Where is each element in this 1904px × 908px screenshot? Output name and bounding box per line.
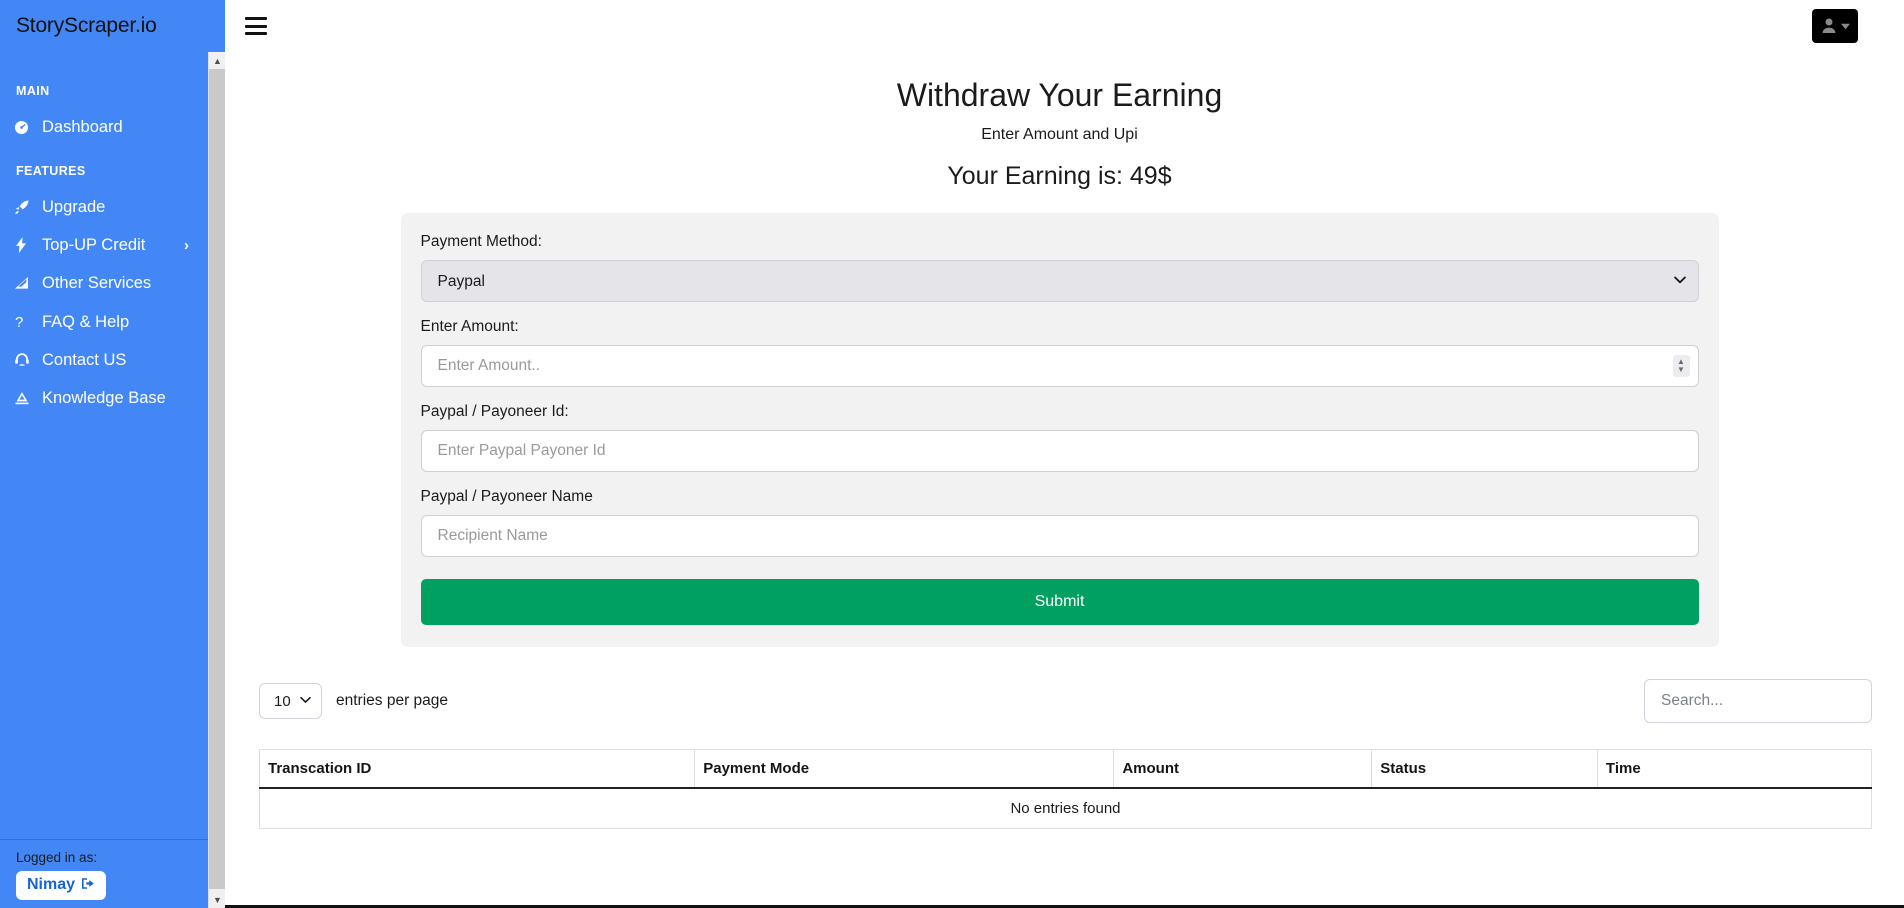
sidebar-item-label: Upgrade — [42, 198, 106, 217]
withdraw-form-card: Payment Method: Paypal Enter Amount: ▲ ▼ — [400, 213, 1719, 648]
earning-summary: Your Earning is: 49$ — [947, 162, 1172, 191]
payoneer-name-label: Paypal / Payoneer Name — [420, 488, 593, 506]
payment-method-label: Payment Method: — [420, 233, 542, 251]
entries-select-wrap: 10 — [259, 683, 322, 720]
hamburger-icon[interactable] — [245, 17, 267, 35]
sidebar-item-label: Other Services — [42, 274, 152, 293]
payoneer-name-input[interactable] — [420, 515, 1699, 558]
stepper-down-icon[interactable]: ▼ — [1677, 366, 1685, 374]
topbar — [225, 0, 1904, 52]
user-icon — [1821, 17, 1838, 35]
scrollbar-thumb[interactable] — [209, 69, 226, 889]
number-stepper[interactable]: ▲ ▼ — [1672, 355, 1690, 378]
table-head: Transcation ID Payment Mode Amount Statu… — [258, 749, 1873, 790]
main-area: Withdraw Your Earning Enter Amount and U… — [225, 0, 1904, 908]
nav-heading-main: MAIN — [16, 84, 50, 98]
payoneer-id-input-wrap — [420, 430, 1699, 473]
page-title: Withdraw Your Earning — [896, 77, 1223, 113]
transactions-section: 10 entries per page Transcation I — [247, 679, 1873, 830]
column-header-status[interactable]: Status — [1371, 749, 1598, 790]
logout-user-name: Nimay — [27, 876, 76, 893]
amount-label: Enter Amount: — [420, 318, 519, 336]
payment-method-select-wrap: Paypal — [420, 260, 1699, 303]
table-row-empty: No entries found — [259, 787, 1872, 830]
brand-logo[interactable]: StoryScraper.io — [0, 0, 225, 52]
nav-heading-features: FEATURES — [16, 164, 86, 179]
amount-input-wrap: ▲ ▼ — [420, 345, 1699, 388]
empty-state-text: No entries found — [259, 787, 1872, 830]
column-header-payment-mode[interactable]: Payment Mode — [694, 749, 1115, 790]
submit-button[interactable]: Submit — [420, 579, 1699, 626]
sidebar-item-upgrade[interactable]: Upgrade — [0, 188, 225, 226]
column-header-amount[interactable]: Amount — [1113, 749, 1373, 790]
sidebar-footer: Logged in as: Nimay — [0, 839, 225, 908]
sidebar-item-topup-credit[interactable]: Top-UP Credit › — [0, 226, 225, 264]
brand-name: StoryScraper.io — [16, 14, 157, 37]
transactions-table: Transcation ID Payment Mode Amount Statu… — [258, 749, 1873, 830]
svg-text:?: ? — [15, 314, 23, 330]
sidebar-item-label: Contact US — [42, 350, 127, 369]
sidebar-item-label: Knowledge Base — [42, 388, 166, 407]
sidebar-item-label: FAQ & Help — [42, 312, 130, 331]
sidebar-item-dashboard[interactable]: Dashboard — [0, 108, 225, 146]
sidebar-item-faq-help[interactable]: ? FAQ & Help — [0, 303, 225, 341]
sidebar: StoryScraper.io MAIN Dashboard FEATURES … — [0, 0, 226, 908]
table-body: No entries found — [259, 787, 1872, 830]
bolt-icon — [14, 237, 36, 254]
payoneer-id-input[interactable] — [420, 430, 1699, 473]
rocket-icon — [14, 199, 36, 215]
search-input[interactable] — [1644, 679, 1872, 724]
column-header-transaction-id[interactable]: Transcation ID — [258, 749, 696, 790]
sidebar-item-contact-us[interactable]: Contact US — [0, 341, 225, 379]
user-menu-button[interactable] — [1812, 9, 1858, 43]
logout-button[interactable]: Nimay — [16, 871, 107, 900]
sidebar-scrollbar[interactable]: ▲ ▼ — [208, 52, 226, 908]
scroll-up-arrow-icon[interactable]: ▲ — [209, 52, 226, 69]
tachometer-icon — [14, 120, 36, 135]
column-header-time[interactable]: Time — [1597, 749, 1873, 790]
app-root: StoryScraper.io MAIN Dashboard FEATURES … — [0, 0, 1904, 908]
entries-per-page-text: entries per page — [336, 692, 449, 710]
table-header-row: Transcation ID Payment Mode Amount Statu… — [258, 749, 1873, 790]
payoneer-id-label: Paypal / Payoneer Id: — [420, 403, 569, 421]
question-icon: ? — [14, 314, 36, 330]
entries-per-page-group: 10 entries per page — [259, 683, 449, 720]
book-icon — [14, 390, 36, 405]
sign-out-icon — [81, 877, 95, 893]
logged-in-label: Logged in as: — [16, 850, 98, 865]
sidebar-nav: MAIN Dashboard FEATURES Upgrade Top-UP C… — [0, 52, 225, 839]
scroll-down-arrow-icon[interactable]: ▼ — [209, 891, 226, 908]
sidebar-item-other-services[interactable]: Other Services — [0, 264, 225, 302]
signal-icon — [14, 276, 36, 290]
page-subtitle: Enter Amount and Upi — [981, 126, 1138, 144]
payoneer-name-input-wrap — [420, 515, 1699, 558]
amount-input[interactable] — [420, 345, 1699, 388]
payment-method-select[interactable]: Paypal — [420, 260, 1699, 303]
table-controls: 10 entries per page — [259, 679, 1872, 724]
entries-per-page-select[interactable]: 10 — [259, 683, 322, 720]
headset-icon — [14, 352, 36, 368]
page-content: Withdraw Your Earning Enter Amount and U… — [225, 76, 1904, 830]
sidebar-item-label: Dashboard — [42, 118, 123, 136]
sidebar-item-knowledge-base[interactable]: Knowledge Base — [0, 379, 225, 417]
caret-down-icon — [1840, 23, 1850, 30]
chevron-right-icon: › — [184, 236, 189, 254]
sidebar-item-label: Top-UP Credit — [42, 236, 146, 255]
